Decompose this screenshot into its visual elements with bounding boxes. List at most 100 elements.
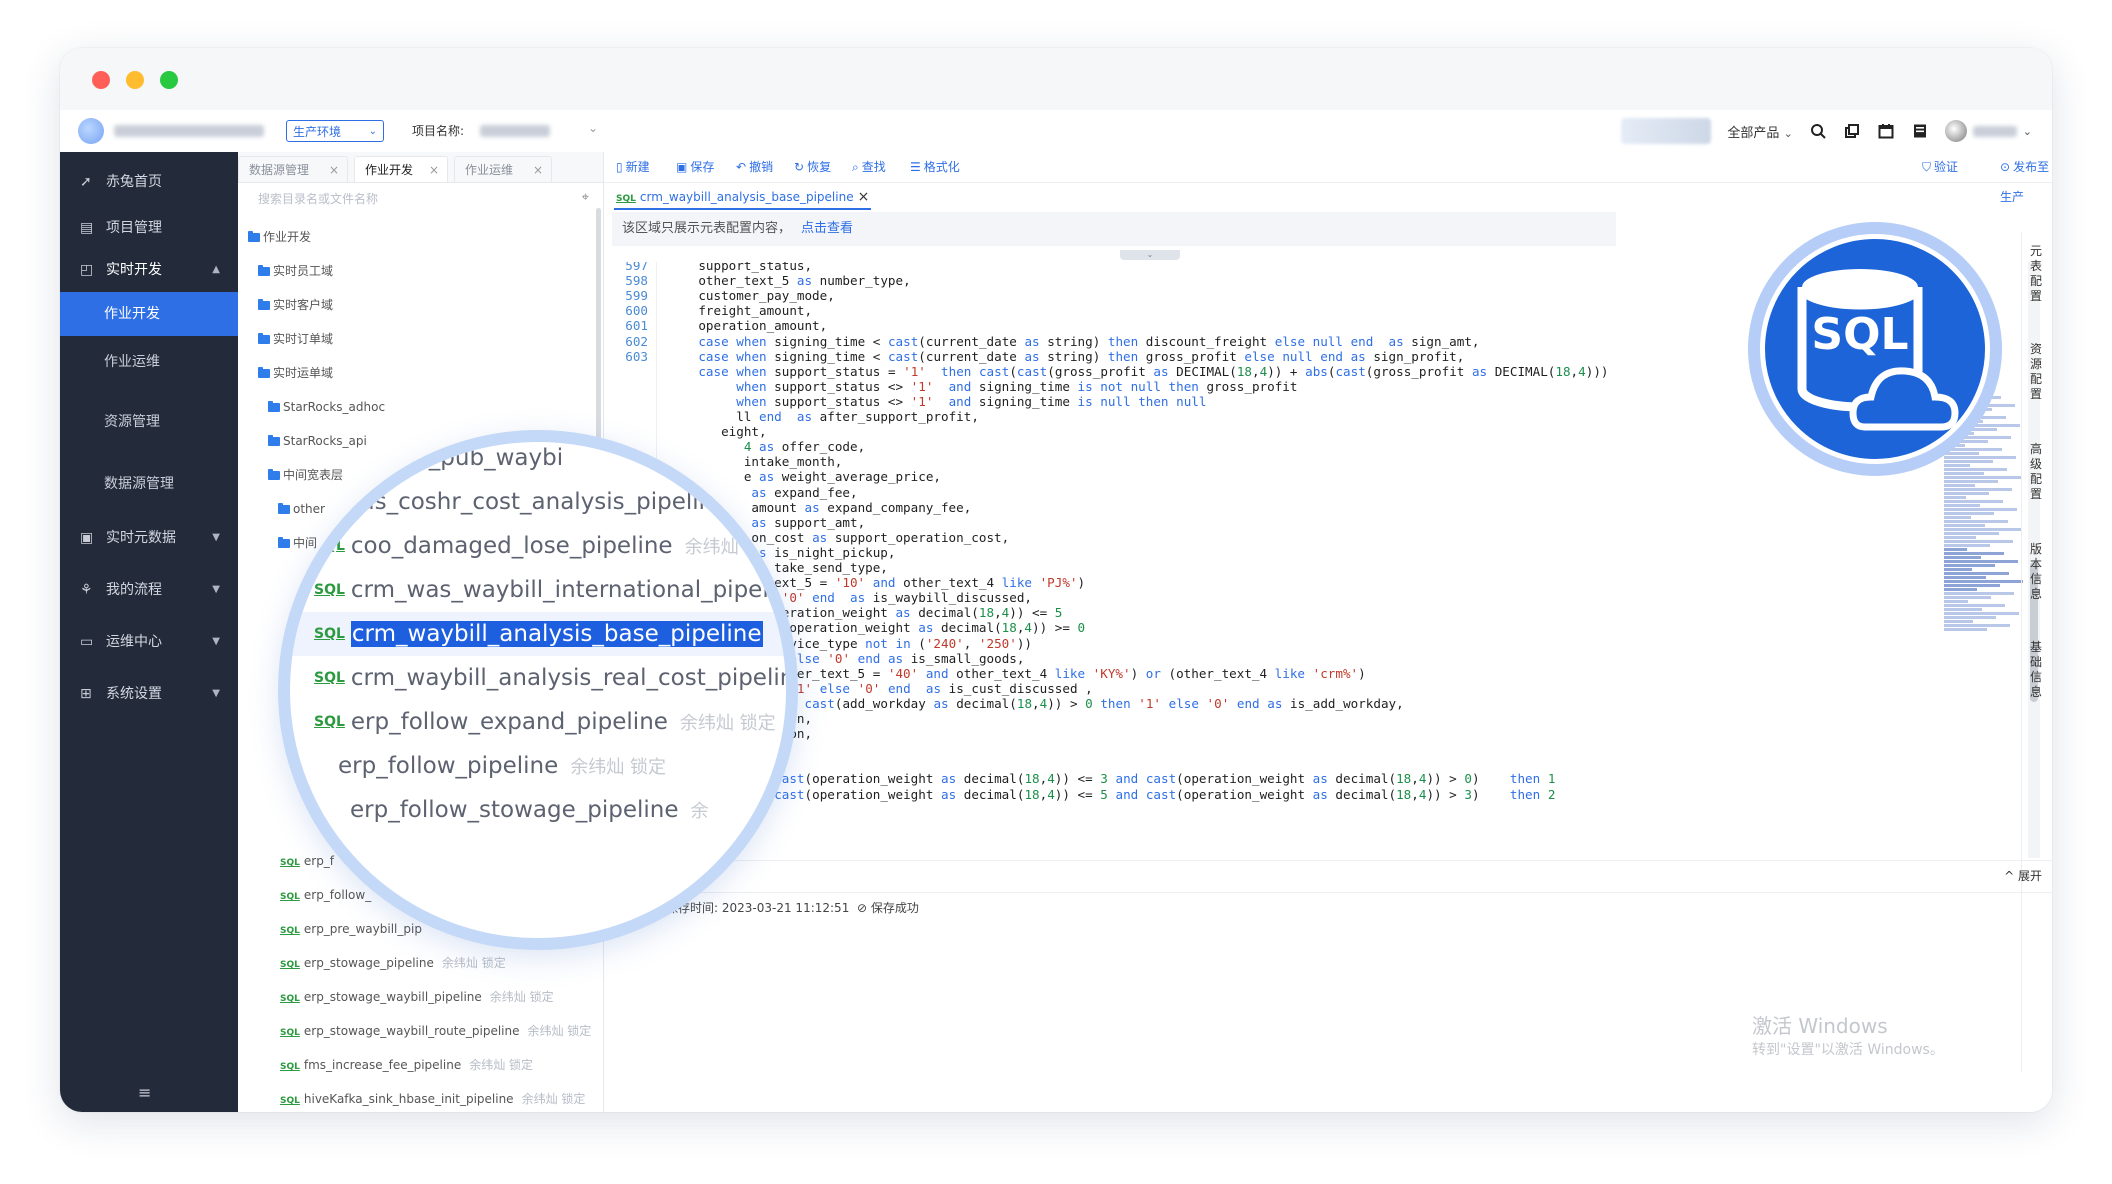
close-window-button[interactable] (92, 71, 110, 89)
format-button[interactable]: ☰ 格式化 (910, 152, 960, 182)
magnified-lock-owner: 余纬灿 锁定 (684, 537, 781, 558)
code-line[interactable]: when support_status <> '1' and signing_t… (604, 394, 1206, 409)
right-tab-resource-config[interactable]: 资源配置 (2030, 342, 2044, 402)
tree-folder[interactable]: 实时客户域 (258, 296, 333, 314)
code-line[interactable]: eight, (604, 424, 767, 439)
user-banner-blurred (1621, 118, 1712, 144)
sidebar-item-realtime-dev[interactable]: ◰ 实时开发 ▲ (60, 250, 238, 290)
locate-icon[interactable]: ⌖ (582, 190, 589, 205)
new-button[interactable]: ▯ 新建 (616, 152, 650, 182)
environment-select[interactable]: 生产环境 ⌄ (286, 120, 384, 142)
tree-folder[interactable]: 中间 (278, 534, 317, 552)
right-tab-version-info[interactable]: 版本信息 (2030, 542, 2044, 602)
undo-icon: ↶ (736, 160, 747, 174)
tab-job-ops[interactable]: 作业运维 × (454, 156, 552, 182)
sidebar-item-ops-center[interactable]: ▭ 运维中心 ▼ (60, 622, 238, 662)
tree-folder[interactable]: StarRocks_api (268, 432, 367, 450)
minimap-line (1944, 628, 1987, 631)
tree-file[interactable]: SQL erp_stowage_waybill_pipeline 余纬灿 锁定 (280, 988, 554, 1006)
tree-scrollbar[interactable] (596, 208, 601, 468)
calendar-icon[interactable] (1877, 122, 1895, 140)
tab-job-dev[interactable]: 作业开发 × (354, 156, 448, 182)
tree-root[interactable]: 作业开发 (248, 228, 311, 246)
tree-file[interactable]: SQL erp_stowage_waybill_route_pipeline 余纬灿… (280, 1022, 591, 1040)
verify-button[interactable]: ⛉ 验证 (1922, 152, 1958, 182)
code-line[interactable]: ll end as after_support_profit, (604, 409, 979, 424)
code-line[interactable]: case when support_status = '1' then cast… (604, 364, 1614, 379)
line-number: 598 (625, 273, 648, 289)
document-icon[interactable] (1911, 122, 1929, 140)
tree-file[interactable]: SQL hiveKafka_sink_hbase_init_pipeline 余纬灿… (280, 1090, 585, 1108)
undo-label: 撤销 (749, 160, 774, 174)
right-tab-basic-info[interactable]: 基础信息 (2030, 640, 2044, 700)
save-button[interactable]: ▣ 保存 (676, 152, 714, 182)
tree-search-input[interactable]: 搜索目录名或文件名称 (258, 190, 378, 207)
tree-file[interactable]: SQL erp_pre_waybill_pip (280, 920, 422, 938)
watermark-line1: 激活 Windows (1752, 1014, 1888, 1038)
code-line[interactable]: 601 operation_amount, (604, 318, 827, 333)
notice-link[interactable]: 点击查看 (801, 221, 853, 236)
minimap-line (1944, 568, 1972, 571)
redo-label: 恢复 (807, 160, 832, 174)
tree-folder[interactable]: other (278, 500, 325, 518)
publish-button[interactable]: ⊙ 发布至生产 (2000, 152, 2052, 204)
sidebar-item-job-ops[interactable]: 作业运维 (60, 340, 238, 384)
minimap-line (1944, 548, 1967, 551)
tree-file[interactable]: SQL erp_f (280, 852, 334, 870)
minimap-line (1944, 588, 1977, 591)
close-icon[interactable]: × (329, 157, 339, 183)
sidebar-item-job-dev[interactable]: 作业开发 (60, 292, 238, 336)
sidebar-item-label: 作业运维 (104, 354, 160, 370)
tree-folder[interactable]: 中间宽表层 (268, 466, 343, 484)
tree-file[interactable]: SQL erp_follow_ (280, 886, 371, 904)
sidebar-item-my-flows[interactable]: ⚘ 我的流程 ▼ (60, 570, 238, 610)
undo-button[interactable]: ↶ 撤销 (736, 152, 773, 182)
project-chevron-icon[interactable]: ⌄ (588, 121, 598, 135)
tree-label: 实时运单域 (273, 366, 334, 380)
right-tab-advanced-config[interactable]: 高级配置 (2030, 442, 2044, 502)
tree-folder[interactable]: StarRocks_adhoc (268, 398, 385, 416)
all-products-menu[interactable]: 全部产品 ⌄ (1727, 122, 1792, 141)
tree-file[interactable]: SQL fms_increase_fee_pipeline 余纬灿 锁定 (280, 1056, 533, 1074)
sidebar: ➚ 赤兔首页 ▤ 项目管理 ◰ 实时开发 ▲ 作业开发 作业运维 资源管理 数据… (60, 152, 238, 1112)
right-tab-meta-config[interactable]: 元表配置 (2030, 244, 2044, 304)
tree-label: 作业开发 (263, 230, 312, 244)
sidebar-item-resources[interactable]: 资源管理 (60, 402, 238, 442)
flow-icon: ⚘ (80, 582, 93, 598)
user-menu[interactable]: ⌄ (1944, 120, 2032, 142)
lock-owner: 余纬灿 锁定 (489, 990, 554, 1004)
tree-folder[interactable]: 实时订单域 (258, 330, 333, 348)
close-icon[interactable]: × (858, 189, 870, 205)
sidebar-item-home[interactable]: ➚ 赤兔首页 (60, 162, 238, 202)
sidebar-item-label: 赤兔首页 (106, 174, 162, 190)
maximize-window-button[interactable] (160, 71, 178, 89)
minimize-window-button[interactable] (126, 71, 144, 89)
sidebar-item-datasources[interactable]: 数据源管理 (60, 464, 238, 504)
search-icon[interactable] (1809, 122, 1827, 140)
sidebar-item-settings[interactable]: ⊞ 系统设置 ▼ (60, 674, 238, 714)
redo-button[interactable]: ↻ 恢复 (794, 152, 831, 182)
lock-owner: 余纬灿 锁定 (469, 1058, 534, 1072)
tree-folder[interactable]: 实时员工域 (258, 262, 333, 280)
collapse-menu-icon[interactable]: ≡ (138, 1083, 151, 1102)
expand-button[interactable]: ^ 展开 (2004, 861, 2042, 891)
code-line[interactable]: 602 case when signing_time < cast(curren… (604, 334, 1479, 349)
code-line[interactable]: 597 support_status, (604, 262, 812, 273)
tree-file[interactable]: SQL erp_stowage_pipeline 余纬灿 锁定 (280, 954, 506, 972)
close-icon[interactable]: × (429, 157, 439, 183)
code-line[interactable]: 600 freight_amount, (604, 303, 812, 318)
code-line[interactable]: 598 other_text_5 as number_type, (604, 273, 910, 289)
code-line[interactable]: when support_status <> '1' and signing_t… (604, 379, 1297, 394)
editor-file-tab[interactable]: SQL crm_waybill_analysis_base_pipeline × (614, 186, 872, 210)
code-line[interactable]: 603 case when signing_time < cast(curren… (604, 349, 1464, 364)
code-line[interactable]: 599 customer_pay_mode, (604, 288, 835, 303)
tree-folder[interactable]: 实时运单域 (258, 364, 333, 382)
close-icon[interactable]: × (533, 157, 543, 183)
sidebar-item-metadata[interactable]: ▣ 实时元数据 ▼ (60, 518, 238, 558)
tab-datasources[interactable]: 数据源管理 × (238, 156, 348, 182)
project-name-blurred[interactable] (480, 125, 550, 137)
collapse-toggle-icon[interactable]: ⌄ (1120, 250, 1180, 260)
find-button[interactable]: ⌕ 查找 (852, 152, 886, 182)
copy-icon[interactable] (1843, 122, 1861, 140)
sidebar-item-projects[interactable]: ▤ 项目管理 (60, 208, 238, 248)
